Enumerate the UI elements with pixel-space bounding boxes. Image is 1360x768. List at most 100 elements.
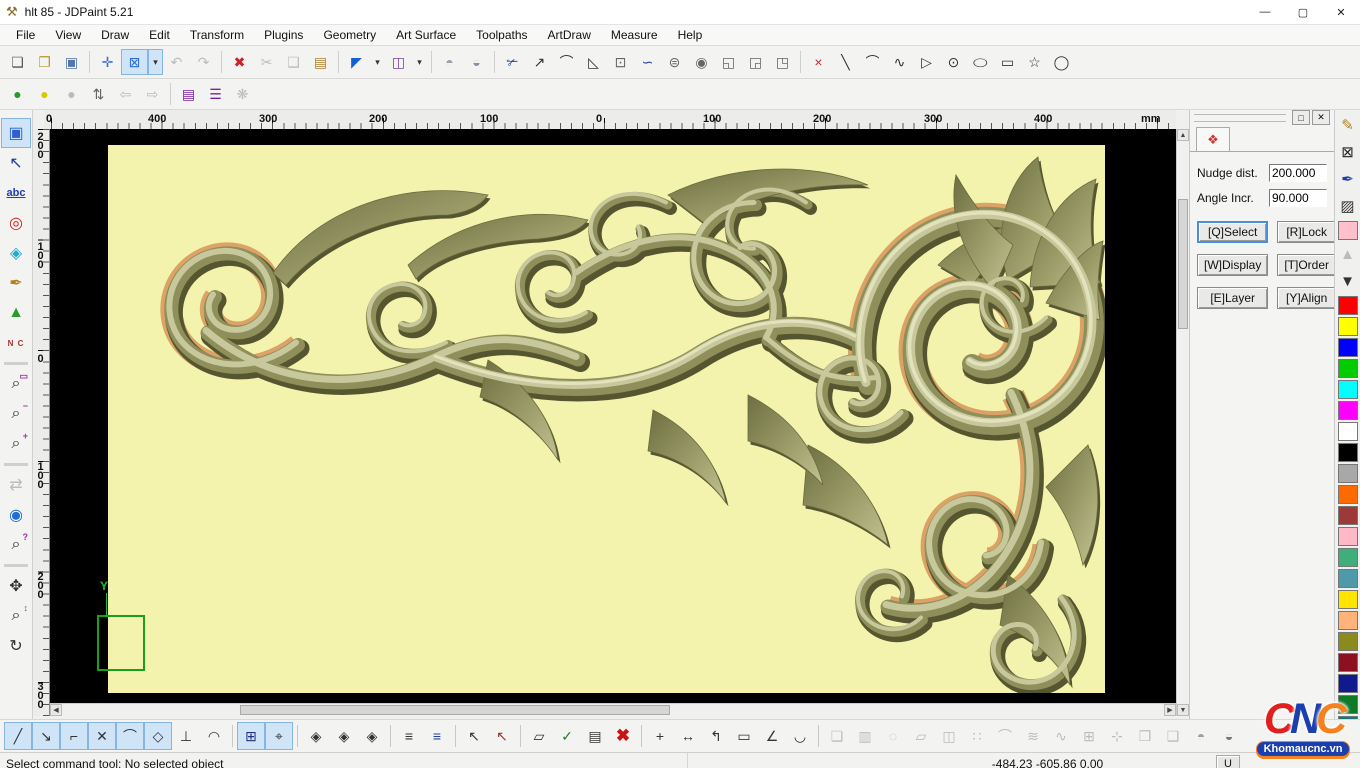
swap-display-icon[interactable]: ⇅ <box>85 81 112 107</box>
measure-distance-icon[interactable]: ↔ <box>674 722 702 750</box>
draw-ellipse-icon[interactable]: ◯ <box>967 54 994 70</box>
snap-tangent-point-icon[interactable]: ◠ <box>200 722 228 750</box>
array-circle-icon[interactable]: ◌ <box>879 722 907 750</box>
cut-icon[interactable]: ✂ <box>253 49 280 75</box>
zoom-extents-tool[interactable]: ⌕ <box>1 601 31 631</box>
menu-help[interactable]: Help <box>668 26 713 44</box>
draw-circle-icon[interactable]: ⊙ <box>940 49 967 75</box>
deselect-all-icon[interactable]: ✖ <box>609 722 637 750</box>
array-copy-icon[interactable]: ❏ <box>823 722 851 750</box>
swatch-teal[interactable] <box>1338 716 1358 719</box>
scroll-down-arrow[interactable]: ▼ <box>1177 704 1189 716</box>
panel-close-button[interactable]: ✕ <box>1312 110 1330 125</box>
view-back-icon[interactable]: ⇦ <box>112 81 139 107</box>
array-split-icon[interactable]: ◫ <box>935 722 963 750</box>
layer-button[interactable]: [E]Layer <box>1197 287 1268 309</box>
swatch-orange[interactable] <box>1338 485 1358 504</box>
horizontal-scrollbar[interactable]: ◀ ▶ <box>50 703 1176 716</box>
save-file-icon[interactable]: ▣ <box>58 49 85 75</box>
redo-icon[interactable]: ↷ <box>190 49 217 75</box>
array-grid-icon[interactable]: ∷ <box>963 722 991 750</box>
erase-tool[interactable]: ◈ <box>1 238 31 268</box>
light-normal-icon[interactable]: ● <box>4 81 31 107</box>
panel-field-input[interactable] <box>1269 189 1327 207</box>
swatch-brick[interactable] <box>1338 506 1358 525</box>
panel-grip[interactable]: □✕ <box>1190 110 1334 125</box>
array-fan-icon[interactable]: ≋ <box>1019 722 1047 750</box>
select-mode-button[interactable]: [Q]Select <box>1197 221 1268 243</box>
scroll-up-arrow[interactable]: ▲ <box>1177 129 1189 141</box>
relief-sharp-icon[interactable]: ◒ <box>463 49 490 75</box>
swatch-white[interactable] <box>1338 422 1358 441</box>
copy-icon[interactable]: ❑ <box>280 49 307 75</box>
snap-tangent-icon[interactable]: ⌒ <box>116 722 144 750</box>
menu-measure[interactable]: Measure <box>601 26 668 44</box>
array-curve-icon[interactable]: ∿ <box>1047 722 1075 750</box>
guide-diamond-3-icon[interactable]: ◈ <box>358 722 386 750</box>
light-off-icon[interactable]: ● <box>58 81 85 107</box>
menu-view[interactable]: View <box>45 26 91 44</box>
pick-curve-filter-icon[interactable]: ↖ <box>488 722 516 750</box>
offset-region-icon[interactable]: ⊡ <box>607 49 634 75</box>
eye-view-tool[interactable]: ◉ <box>1 500 31 530</box>
measure-rect-icon[interactable]: ▭ <box>730 722 758 750</box>
array-align-icon[interactable]: ▥ <box>851 722 879 750</box>
select-region-dropdown[interactable]: ▾ <box>148 49 163 75</box>
snap-corner-icon[interactable]: ⌐ <box>60 722 88 750</box>
palette-scroll-down[interactable]: ▼ <box>1336 269 1360 293</box>
light-bright-icon[interactable]: ● <box>31 81 58 107</box>
group-copy-icon[interactable]: ❑ <box>1159 722 1187 750</box>
node-edit-tool[interactable]: ↖ <box>1 148 31 178</box>
panel-maximize-button[interactable]: □ <box>1292 110 1310 125</box>
guide-diamond-1-icon[interactable]: ◈ <box>302 722 330 750</box>
menu-draw[interactable]: Draw <box>91 26 139 44</box>
maximize-button[interactable]: ▢ <box>1284 1 1322 24</box>
layer-manager-icon[interactable]: ▤ <box>175 81 202 107</box>
zoom-in-tool[interactable]: ⌕ <box>1 429 31 459</box>
dome-sharp-icon[interactable]: ◒ <box>1215 722 1243 750</box>
snap-crosshair-icon[interactable]: ✛ <box>94 49 121 75</box>
view-3d-dropdown[interactable]: ▾ <box>412 49 427 75</box>
swatch-darkred[interactable] <box>1338 653 1358 672</box>
align-button[interactable]: [Y]Align <box>1277 287 1336 309</box>
palette-scroll-up[interactable]: ▲ <box>1336 242 1360 266</box>
offset-curve-icon[interactable]: ∽ <box>634 49 661 75</box>
copy-object-2-icon[interactable]: ◲ <box>742 49 769 75</box>
region-color-icon[interactable]: ⊠ <box>1336 140 1360 164</box>
order-button[interactable]: [T]Order <box>1277 254 1336 276</box>
copy-object-icon[interactable]: ◱ <box>715 49 742 75</box>
delete-icon[interactable]: ✖ <box>226 49 253 75</box>
swatch-blue[interactable] <box>1338 338 1358 357</box>
offset-rings-icon[interactable]: ◉ <box>688 49 715 75</box>
swatch-yellow2[interactable] <box>1338 590 1358 609</box>
display-button[interactable]: [W]Display <box>1197 254 1268 276</box>
menu-toolpaths[interactable]: Toolpaths <box>466 26 537 44</box>
pattern-fill-icon[interactable]: ▨ <box>1336 194 1360 218</box>
snap-nearest-icon[interactable]: ↘ <box>32 722 60 750</box>
draw-arc-icon[interactable]: ⌒ <box>859 49 886 75</box>
nc-tool[interactable]: N C <box>1 328 31 358</box>
swatch-black[interactable] <box>1338 443 1358 462</box>
measure-arc-icon[interactable]: ◡ <box>786 722 814 750</box>
snap-layer-2-icon[interactable]: ≡ <box>423 722 451 750</box>
select-by-polygon-icon[interactable]: ▱ <box>525 722 553 750</box>
select-tool[interactable]: ▣ <box>1 118 31 148</box>
undo-icon[interactable]: ↶ <box>163 49 190 75</box>
panel-field-input[interactable] <box>1269 164 1327 182</box>
render-lamp-icon[interactable]: ❋ <box>229 81 256 107</box>
layout-grid-icon[interactable]: ⊞ <box>1075 722 1103 750</box>
menu-geometry[interactable]: Geometry <box>313 26 386 44</box>
zoom-out-tool[interactable]: ⌕ <box>1 399 31 429</box>
swatch-peach[interactable] <box>1338 611 1358 630</box>
current-color-swatch[interactable] <box>1338 221 1358 240</box>
swatch-seagreen[interactable] <box>1338 548 1358 567</box>
menu-edit[interactable]: Edit <box>139 26 180 44</box>
paste-icon[interactable]: ▤ <box>307 49 334 75</box>
measure-step-icon[interactable]: ↰ <box>702 722 730 750</box>
trim-curve-icon[interactable]: ✃ <box>499 49 526 75</box>
open-file-icon[interactable]: ❐ <box>31 49 58 75</box>
draw-polyline-icon[interactable]: ▷ <box>913 49 940 75</box>
view-3d-icon[interactable]: ◫ <box>385 49 412 75</box>
zoom-examine-tool[interactable]: ⌕ <box>1 530 31 560</box>
vertical-scroll-thumb[interactable] <box>1178 199 1188 329</box>
